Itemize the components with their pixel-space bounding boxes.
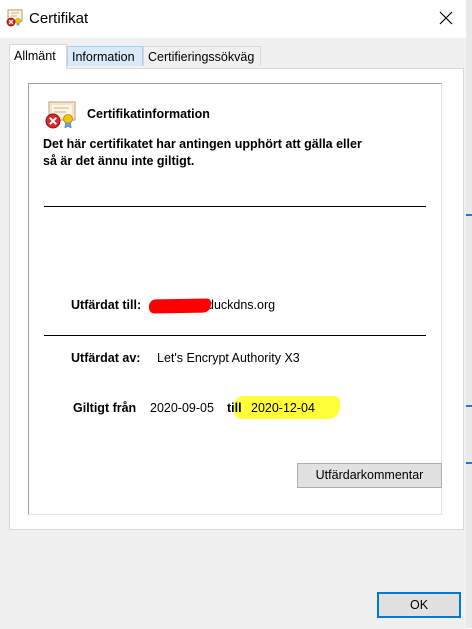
certificate-dialog: Certifikat Allmänt Information Certifier… [0, 0, 466, 629]
valid-to-value[interactable]: 2020-12-04 [251, 401, 315, 415]
tab-label: Information [72, 50, 135, 64]
valid-from-value[interactable]: 2020-09-05 [150, 401, 214, 415]
tab-general[interactable]: Allmänt [9, 44, 67, 69]
issued-to-value[interactable]: duckdns.org [207, 298, 275, 312]
close-button[interactable] [426, 2, 466, 36]
tab-label: Certifieringssökväg [148, 50, 255, 64]
window-title: Certifikat [29, 10, 89, 27]
issuer-statement-button[interactable]: Utfärdarkommentar [297, 463, 442, 488]
certificate-error-icon [6, 9, 23, 27]
edge-mark [466, 462, 472, 464]
issued-by-value[interactable]: Let's Encrypt Authority X3 [157, 351, 300, 365]
divider [44, 335, 426, 336]
redaction-mark [148, 298, 212, 314]
certificate-warning-text: Det här certifikatet har antingen upphör… [43, 136, 413, 170]
title-bar: Certifikat [0, 0, 466, 38]
valid-from-label: Giltigt från [73, 401, 137, 415]
tab-details[interactable]: Information [67, 46, 143, 66]
certificate-info-frame: Certifikatinformation Det här certifikat… [28, 83, 442, 515]
edge-mark [466, 405, 472, 407]
ok-button[interactable]: OK [377, 592, 461, 618]
divider [44, 206, 426, 207]
certificate-error-icon [44, 100, 76, 130]
tab-certification-path[interactable]: Certifieringssökväg [143, 46, 261, 66]
tab-panel-general: Certifikatinformation Det här certifikat… [9, 68, 464, 530]
warning-line: så är det ännu inte giltigt. [43, 154, 195, 168]
dialog-body: Allmänt Information Certifieringssökväg [0, 38, 466, 586]
valid-to-label: till [227, 401, 242, 415]
warning-line: Det här certifikatet har antingen upphör… [43, 137, 362, 151]
issued-to-label: Utfärdat till: [71, 298, 142, 312]
close-icon [439, 11, 453, 28]
tab-label: Allmänt [14, 49, 56, 63]
edge-mark [466, 214, 472, 216]
background-window-edge [466, 0, 472, 628]
certificate-info-heading: Certifikatinformation [87, 107, 210, 121]
issued-by-label: Utfärdat av: [71, 351, 141, 365]
